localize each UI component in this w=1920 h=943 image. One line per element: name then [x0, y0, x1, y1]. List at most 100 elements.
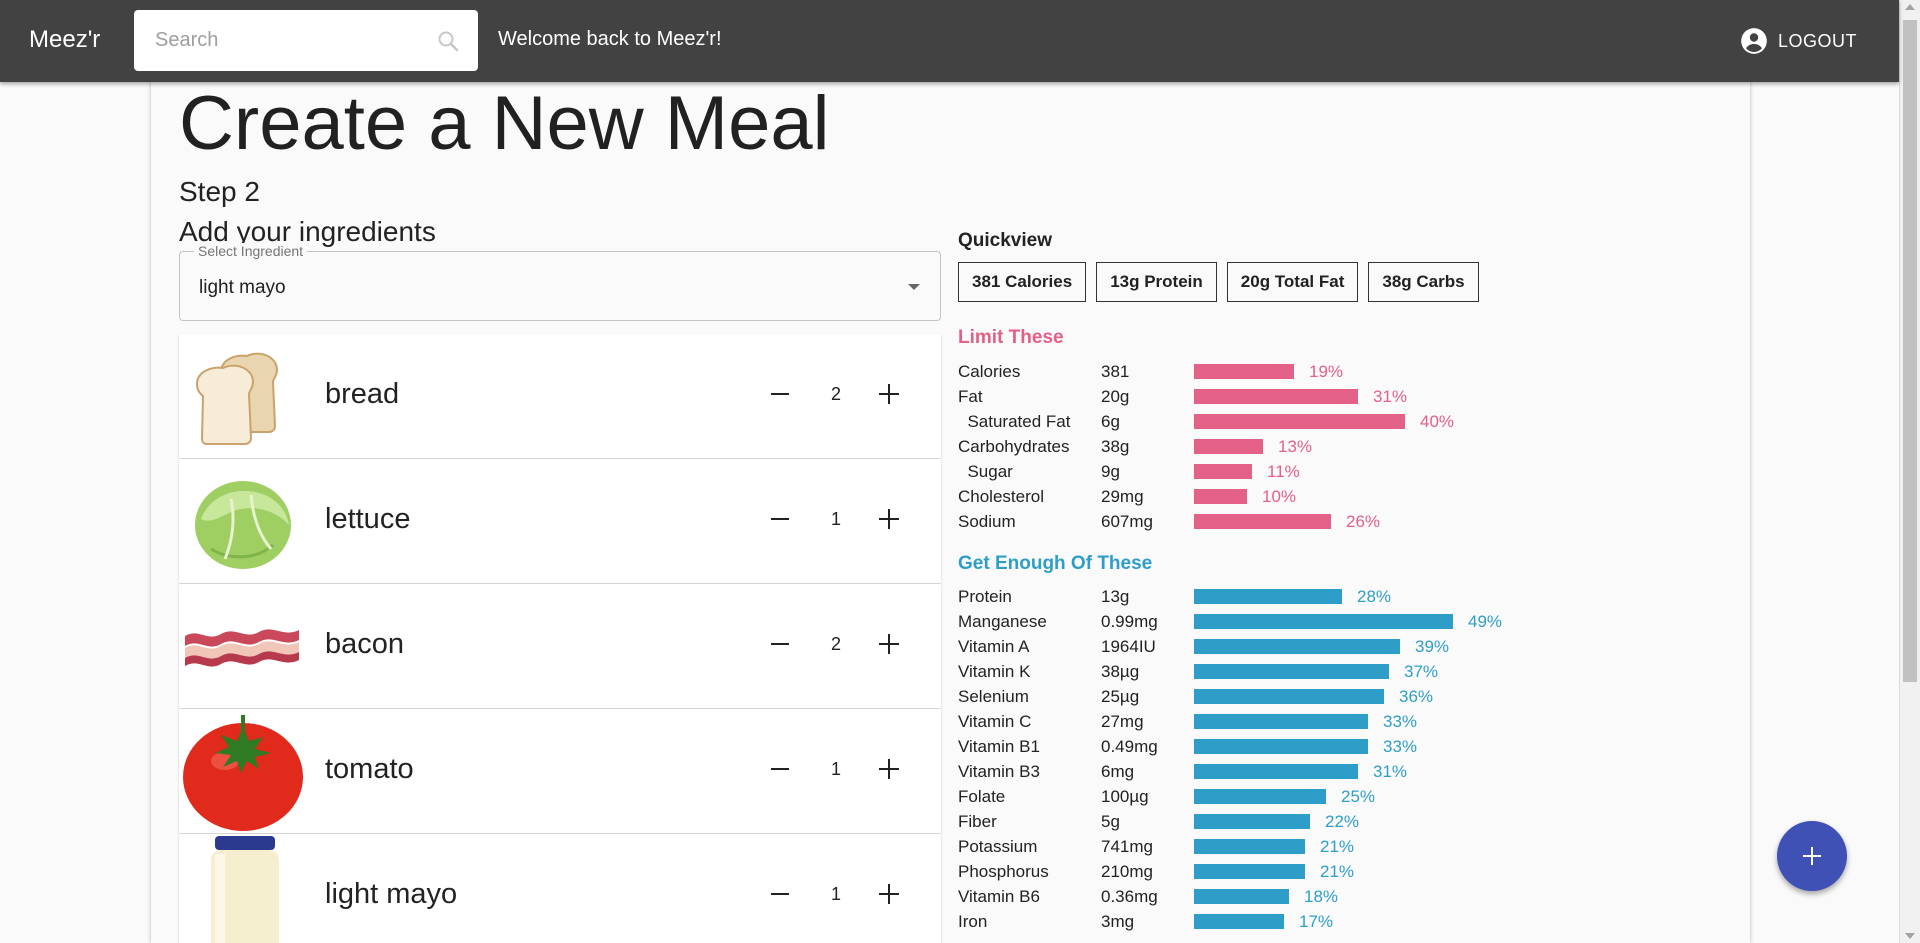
- nutrient-value: 0.49mg: [1101, 737, 1158, 756]
- limit-section-title: Limit These: [958, 327, 1064, 348]
- nutrient-bar: [1194, 914, 1284, 929]
- scrollbar-thumb[interactable]: [1903, 20, 1917, 682]
- nutrient-percent: 19%: [1309, 362, 1344, 381]
- lettuce-image: [195, 481, 291, 569]
- nutrient-percent: 33%: [1383, 737, 1418, 756]
- decrement-button[interactable]: [769, 882, 791, 906]
- nutrient-label: Sugar: [958, 462, 1013, 481]
- nutrient-row: Vitamin K 38µg 37%: [958, 659, 1518, 684]
- nutrient-bar: [1194, 789, 1326, 804]
- nutrient-label: Fat: [958, 387, 983, 406]
- nutrient-percent: 26%: [1346, 512, 1381, 531]
- ingredient-name: bacon: [325, 628, 405, 660]
- nutrient-value: 6mg: [1101, 762, 1135, 781]
- account-circle-icon: [1741, 28, 1767, 54]
- nutrient-row: Phosphorus 210mg 21%: [958, 859, 1518, 884]
- ingredient-name: bread: [325, 378, 400, 410]
- nutrient-bar: [1194, 814, 1310, 829]
- nutrient-label: Vitamin K: [958, 662, 1031, 681]
- nutrient-value: 0.99mg: [1101, 612, 1158, 631]
- nutrient-percent: 31%: [1373, 387, 1408, 406]
- vertical-scrollbar[interactable]: [1899, 0, 1920, 943]
- ingredient-select[interactable]: Select Ingredient light mayo: [179, 243, 941, 321]
- nutrient-percent: 22%: [1325, 812, 1360, 831]
- app-bar: Meez'r Welcome back to Meez'r! LOGOUT: [0, 0, 1899, 82]
- nutrient-percent: 10%: [1262, 487, 1297, 506]
- nutrient-percent: 25%: [1341, 787, 1376, 806]
- increment-button[interactable]: [877, 757, 901, 781]
- search-box[interactable]: [134, 10, 478, 71]
- carbs-chip: 38g Carbs: [1368, 262, 1479, 302]
- nutrient-label: Manganese: [958, 612, 1047, 631]
- nutrient-value: 100µg: [1101, 787, 1149, 806]
- nutrient-label: Folate: [958, 787, 1006, 806]
- dropdown-arrow-icon[interactable]: [908, 284, 920, 290]
- nutrient-bar: [1194, 889, 1289, 904]
- nutrient-row: Manganese 0.99mg 49%: [958, 609, 1518, 634]
- nutrient-label: Protein: [958, 587, 1012, 606]
- nutrient-percent: 31%: [1373, 762, 1408, 781]
- nutrient-row: Saturated Fat 6g 40%: [958, 409, 1518, 434]
- scroll-up-icon[interactable]: [1905, 4, 1915, 10]
- ingredient-name: light mayo: [325, 878, 458, 910]
- nutrient-row: Vitamin B6 0.36mg 18%: [958, 884, 1518, 909]
- nutrient-row: Cholesterol 29mg 10%: [958, 484, 1518, 509]
- logout-label: LOGOUT: [1778, 30, 1858, 51]
- nutrient-value: 210mg: [1101, 862, 1153, 881]
- nutrient-bar: [1194, 764, 1358, 779]
- nutrient-row: Vitamin B1 0.49mg 33%: [958, 734, 1518, 759]
- search-icon[interactable]: [436, 29, 460, 53]
- nutrient-label: Vitamin A: [958, 637, 1030, 656]
- nutrient-value: 9g: [1101, 462, 1120, 481]
- total-fat-chip: 20g Total Fat: [1226, 262, 1359, 302]
- ingredient-name: tomato: [325, 753, 414, 785]
- nutrient-percent: 39%: [1415, 637, 1450, 656]
- ingredient-name: lettuce: [325, 503, 411, 535]
- nutrient-bar: [1194, 464, 1252, 479]
- nutrient-row: Fat 20g 31%: [958, 384, 1518, 409]
- increment-button[interactable]: [877, 632, 901, 656]
- ingredient-quantity: 1: [830, 884, 841, 904]
- nutrient-bar: [1194, 614, 1453, 629]
- nutrient-label: Phosphorus: [958, 862, 1049, 881]
- ingredient-quantity: 2: [830, 634, 841, 654]
- nutrient-value: 0.36mg: [1101, 887, 1158, 906]
- nutrient-row: Vitamin C 27mg 33%: [958, 709, 1518, 734]
- increment-button[interactable]: [877, 882, 901, 906]
- decrement-button[interactable]: [769, 632, 791, 656]
- nutrient-value: 1964IU: [1101, 637, 1156, 656]
- nutrient-label: Vitamin B6: [958, 887, 1040, 906]
- nutrient-percent: 36%: [1399, 687, 1434, 706]
- nutrient-value: 27mg: [1101, 712, 1144, 731]
- nutrient-row: Selenium 25µg 36%: [958, 684, 1518, 709]
- increment-button[interactable]: [877, 507, 901, 531]
- page-title: Create a New Meal: [179, 81, 830, 166]
- nutrient-row: Protein 13g 28%: [958, 584, 1518, 609]
- ingredient-row: light mayo 1: [179, 834, 941, 943]
- decrement-button[interactable]: [769, 507, 791, 531]
- quickview-chips: 381 Calories 13g Protein 20g Total Fat 3…: [958, 262, 1479, 302]
- scroll-down-icon[interactable]: [1905, 933, 1915, 939]
- step-label: Step 2: [179, 176, 260, 207]
- decrement-button[interactable]: [769, 382, 791, 406]
- brand-logo[interactable]: Meez'r: [29, 26, 100, 54]
- nutrient-value: 6g: [1101, 412, 1120, 431]
- search-input[interactable]: [134, 10, 478, 71]
- nutrient-percent: 21%: [1320, 837, 1355, 856]
- ingredient-quantity: 1: [830, 509, 841, 529]
- decrement-button[interactable]: [769, 757, 791, 781]
- nutrient-percent: 18%: [1304, 887, 1339, 906]
- nutrient-label: Fiber: [958, 812, 997, 831]
- nutrient-row: Folate 100µg 25%: [958, 784, 1518, 809]
- calories-chip: 381 Calories: [958, 262, 1087, 302]
- logout-button[interactable]: LOGOUT: [1740, 24, 1857, 58]
- nutrient-bar: [1194, 714, 1368, 729]
- increment-button[interactable]: [877, 382, 901, 406]
- nutrient-label: Carbohydrates: [958, 437, 1070, 456]
- nutrient-label: Vitamin C: [958, 712, 1032, 731]
- nutrient-label: Selenium: [958, 687, 1029, 706]
- add-fab-button[interactable]: [1777, 821, 1847, 891]
- nutrient-percent: 17%: [1299, 912, 1334, 931]
- enough-section-title: Get Enough Of These: [958, 553, 1153, 574]
- ingredient-row: bread 2: [179, 334, 941, 458]
